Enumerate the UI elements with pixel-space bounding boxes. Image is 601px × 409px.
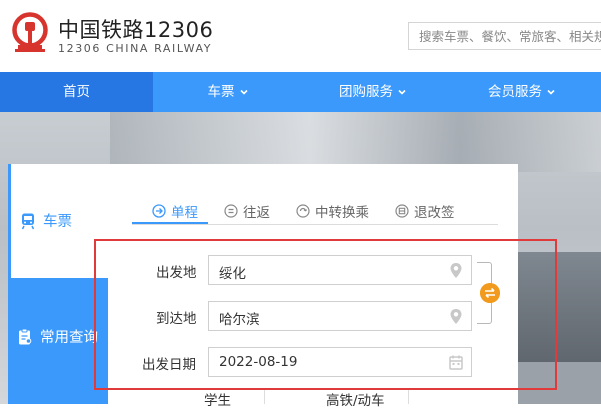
nav-item-group-buying[interactable]: 团购服务 bbox=[303, 72, 443, 112]
refund-circle-icon bbox=[395, 204, 409, 218]
chevron-down-icon bbox=[239, 89, 248, 95]
brand-name: 中国铁路12306 bbox=[58, 18, 214, 42]
student-option[interactable]: 学生 bbox=[204, 389, 231, 409]
sidebar-item-content: 车票 bbox=[19, 210, 72, 231]
tab-refund-change[interactable]: 退改签 bbox=[395, 200, 455, 222]
sidebar-item-content: 常用查询 bbox=[16, 326, 98, 347]
clipboard-icon bbox=[19, 328, 32, 344]
nav-item-label: 首页 bbox=[63, 84, 90, 100]
site-header: 中国铁路12306 12306 CHINA RAILWAY bbox=[0, 0, 601, 72]
search-input[interactable] bbox=[408, 22, 601, 50]
nav-item-tickets[interactable]: 车票 bbox=[153, 72, 303, 112]
nav-item-home[interactable]: 首页 bbox=[0, 72, 153, 112]
tab-label: 退改签 bbox=[414, 205, 455, 221]
tab-round-trip[interactable]: 往返 bbox=[224, 200, 270, 222]
transfer-circle-icon bbox=[296, 204, 310, 218]
railway-logo-icon[interactable] bbox=[8, 10, 52, 54]
ticket-options-row: 学生 高铁/动车 bbox=[108, 388, 518, 409]
sidebar-item-label: 车票 bbox=[43, 214, 72, 230]
tab-label: 单程 bbox=[171, 205, 198, 221]
tab-label: 往返 bbox=[243, 205, 270, 221]
list-circle-icon bbox=[224, 204, 238, 218]
nav-item-label: 团购服务 bbox=[339, 84, 393, 100]
chevron-down-icon bbox=[398, 89, 406, 95]
tab-one-way[interactable]: 单程 bbox=[132, 200, 208, 224]
nav-item-label: 车票 bbox=[207, 84, 235, 100]
brand-subtitle: 12306 CHINA RAILWAY bbox=[58, 42, 213, 55]
sidebar-item-common-queries[interactable]: 常用查询 bbox=[8, 278, 108, 404]
booking-sidebar: 车票 常用查询 bbox=[8, 164, 108, 404]
main-nav: 首页 车票 团购服务 会员服务 bbox=[0, 72, 601, 112]
chevron-down-icon bbox=[547, 89, 555, 95]
trip-type-tabs: 单程 往返 中转换乘 退改签 bbox=[132, 200, 498, 225]
divider bbox=[264, 390, 265, 404]
nav-item-member-services[interactable]: 会员服务 bbox=[443, 72, 601, 112]
tab-label: 中转换乘 bbox=[315, 205, 369, 221]
sidebar-item-label: 常用查询 bbox=[40, 330, 98, 346]
highlight-box bbox=[94, 239, 557, 390]
tab-transfer[interactable]: 中转换乘 bbox=[296, 200, 369, 222]
banner-decoration bbox=[110, 112, 601, 172]
divider bbox=[408, 390, 409, 404]
nav-item-label: 会员服务 bbox=[488, 84, 542, 100]
high-speed-option[interactable]: 高铁/动车 bbox=[326, 389, 385, 409]
arrow-right-circle-icon bbox=[152, 204, 166, 218]
train-icon bbox=[21, 213, 35, 229]
sidebar-item-tickets[interactable]: 车票 bbox=[8, 164, 108, 278]
